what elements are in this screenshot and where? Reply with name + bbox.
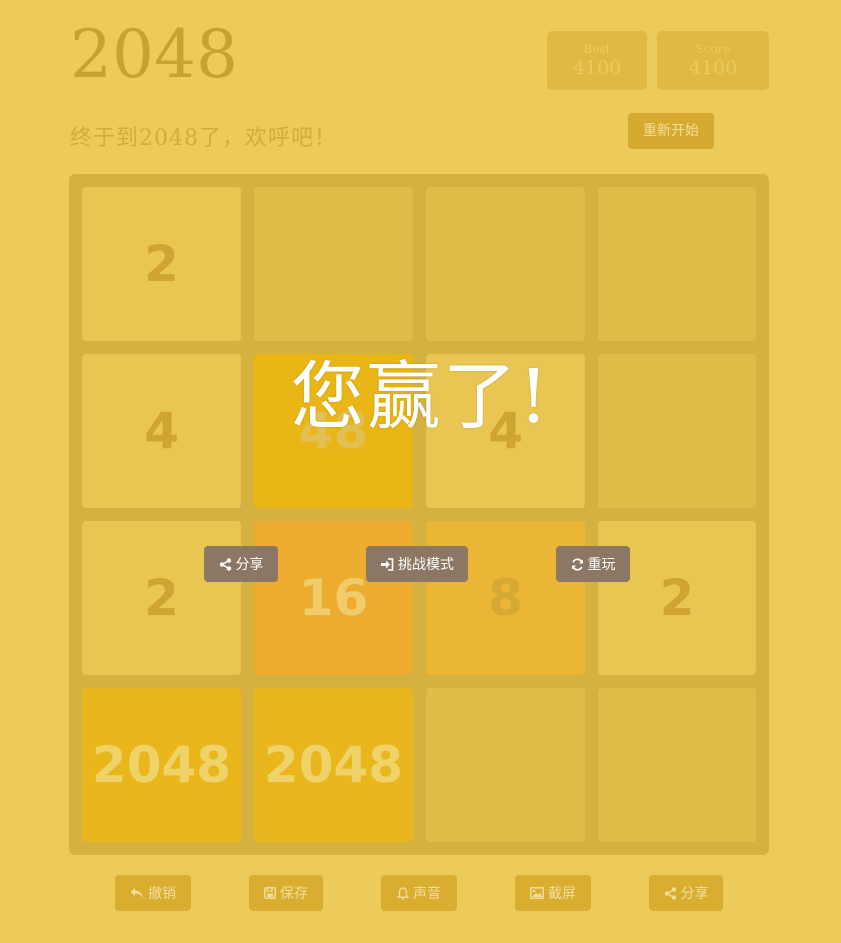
screenshot-button[interactable]: 截屏	[515, 875, 591, 911]
board-tile: 8	[426, 521, 585, 675]
board-tile: 2048	[254, 688, 413, 842]
board-tile	[426, 688, 585, 842]
challenge-mode-button[interactable]: 挑战模式	[366, 546, 468, 582]
board-tile: 2	[598, 521, 756, 675]
restart-button[interactable]: 重新开始	[628, 113, 714, 149]
share-label: 分享	[680, 886, 709, 902]
share-icon	[219, 557, 232, 571]
screenshot-label: 截屏	[548, 886, 576, 902]
overlay-share-button[interactable]: 分享	[204, 546, 278, 582]
save-icon	[264, 887, 276, 899]
image-icon	[530, 887, 544, 899]
undo-icon	[130, 887, 144, 899]
current-score-value: 4100	[688, 57, 738, 79]
game-title: 2048	[70, 16, 238, 93]
bell-icon	[397, 886, 409, 900]
game-subtitle: 终于到2048了，欢呼吧！	[70, 126, 337, 151]
board-tile: 2	[82, 521, 241, 675]
share-button[interactable]: 分享	[649, 875, 723, 911]
current-score-box: Score 4100	[657, 31, 769, 90]
sign-in-icon	[380, 557, 394, 571]
share-icon	[664, 886, 677, 900]
board-tile: 16	[254, 521, 413, 675]
save-label: 保存	[280, 886, 308, 902]
replay-button[interactable]: 重玩	[556, 546, 630, 582]
refresh-icon	[571, 557, 584, 571]
save-button[interactable]: 保存	[249, 875, 323, 911]
board-tile	[254, 187, 413, 341]
sound-label: 声音	[413, 886, 441, 902]
overlay-share-label: 分享	[235, 557, 264, 573]
best-score-value: 4100	[572, 57, 622, 79]
board-tile	[598, 187, 756, 341]
replay-label: 重玩	[587, 557, 616, 573]
undo-label: 撤销	[148, 886, 176, 902]
undo-button[interactable]: 撤销	[115, 875, 191, 911]
board-tile: 2	[82, 187, 241, 341]
best-score-label: Best	[583, 42, 611, 56]
board-tile	[598, 688, 756, 842]
best-score-box: Best 4100	[547, 31, 647, 90]
board-tile	[426, 187, 585, 341]
game-board[interactable]: 2 4 48 4 2 16 8 2 2048 2048	[69, 174, 769, 855]
current-score-label: Score	[695, 42, 731, 56]
sound-button[interactable]: 声音	[381, 875, 457, 911]
challenge-mode-label: 挑战模式	[398, 557, 454, 573]
win-message: 您赢了!	[290, 354, 551, 440]
board-tile: 2048	[82, 688, 241, 842]
